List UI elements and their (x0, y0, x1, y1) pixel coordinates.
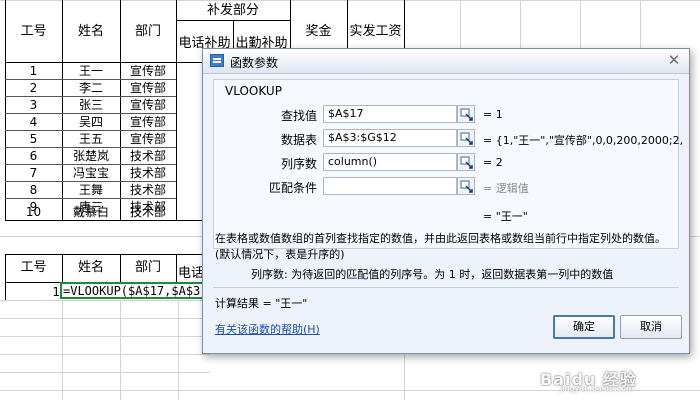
row-id: 10 (25, 205, 42, 219)
arg-label-col-index: 列序数 (280, 157, 317, 171)
row-name: 张三 (78, 98, 103, 112)
row-id: 4 (29, 115, 38, 129)
row-name: 戴慕白 (72, 205, 109, 219)
header-net-pay: 实发工资 (349, 24, 402, 39)
header-name: 姓名 (77, 24, 104, 39)
function-arguments-dialog: 函数参数 ✕ VLOOKUP 查找值 $A$17 = 1 数据表 $A$3:$G… (202, 48, 690, 354)
lookup-header-id: 工号 (20, 260, 47, 275)
divider (213, 287, 679, 288)
collapse-ref-button[interactable] (457, 153, 475, 171)
range-select-icon (460, 180, 473, 193)
formula-text: =VLOOKUP($A$17,$A$3:$G (63, 284, 222, 298)
row-dept: 宣传部 (129, 115, 166, 129)
function-icon (210, 54, 224, 67)
header-id: 工号 (20, 24, 47, 39)
lookup-header-name: 姓名 (77, 260, 104, 275)
arg-result-table-array: = {1,"王一","宣传部",0,0,200,2000;2,"李二"... (483, 134, 683, 147)
collapse-ref-button[interactable] (457, 105, 475, 123)
row-name: 王舞 (78, 183, 103, 197)
lookup-header-dept: 部门 (134, 260, 161, 275)
help-link[interactable]: 有关该函数的帮助(H) (215, 321, 320, 337)
row-dept: 宣传部 (129, 98, 166, 112)
close-icon[interactable]: ✕ (665, 52, 683, 69)
row-id: 3 (29, 98, 38, 112)
range-select-icon (460, 108, 473, 121)
cancel-button[interactable]: 取消 (620, 315, 682, 339)
row-name: 李二 (78, 81, 103, 95)
row-name: 王一 (78, 64, 103, 78)
arg-result-range-lookup: = 逻辑值 (483, 182, 529, 195)
function-name: VLOOKUP (225, 84, 282, 98)
range-select-icon (460, 132, 473, 145)
lookup-row-id: 1 (52, 285, 60, 299)
calculation-result: 计算结果 = "王一" (215, 297, 308, 310)
row-id: 2 (29, 81, 38, 95)
dialog-title: 函数参数 (230, 56, 279, 70)
dialog-titlebar[interactable]: 函数参数 ✕ (203, 49, 689, 74)
formula-result: = "王一" (483, 210, 528, 223)
header-subsidy-group: 补发部分 (206, 3, 259, 18)
row-name: 王五 (78, 132, 103, 146)
row-dept: 技术部 (129, 183, 166, 197)
arg-label-lookup-value: 查找值 (280, 109, 317, 123)
row-dept: 技术部 (129, 205, 166, 219)
function-description: 在表格或数值数组的首列查找指定的数值，并由此返回表格或数组当前行中指定列处的数值… (215, 232, 666, 261)
arg-input-col-index[interactable]: column() (323, 153, 457, 171)
row-dept: 宣传部 (129, 132, 166, 146)
header-bonus: 奖金 (305, 24, 332, 39)
arg-label-table-array: 数据表 (280, 133, 317, 147)
arg-result-col-index: = 2 (483, 156, 503, 169)
arg-input-lookup-value[interactable]: $A$17 (323, 105, 457, 123)
row-id: 6 (29, 149, 38, 163)
row-dept: 宣传部 (129, 81, 166, 95)
collapse-ref-button[interactable] (457, 177, 475, 195)
row-dept: 技术部 (129, 166, 166, 180)
collapse-ref-button[interactable] (457, 129, 475, 147)
ok-button[interactable]: 确定 (553, 315, 615, 339)
row-name: 张楚岚 (72, 149, 109, 163)
row-dept: 宣传部 (129, 64, 166, 78)
argument-description: 列序数: 为待返回的匹配值的列序号。为 1 时，返回数据表第一列中的数值 (251, 268, 614, 281)
row-dept: 技术部 (129, 149, 166, 163)
row-id: 8 (29, 183, 38, 197)
row-name: 冯宝宝 (72, 166, 109, 180)
header-dept: 部门 (134, 24, 161, 39)
row-id: 5 (29, 132, 38, 146)
row-id: 1 (29, 64, 38, 78)
arg-input-table-array[interactable]: $A$3:$G$12 (323, 129, 457, 147)
row-id: 7 (29, 166, 38, 180)
arg-label-range-lookup: 匹配条件 (268, 181, 317, 195)
arg-input-range-lookup[interactable] (323, 177, 457, 195)
arg-result-lookup-value: = 1 (483, 108, 503, 121)
range-select-icon (460, 156, 473, 169)
watermark-url: jingyan.baidu.com (560, 384, 634, 393)
row-name: 吴四 (78, 115, 103, 129)
